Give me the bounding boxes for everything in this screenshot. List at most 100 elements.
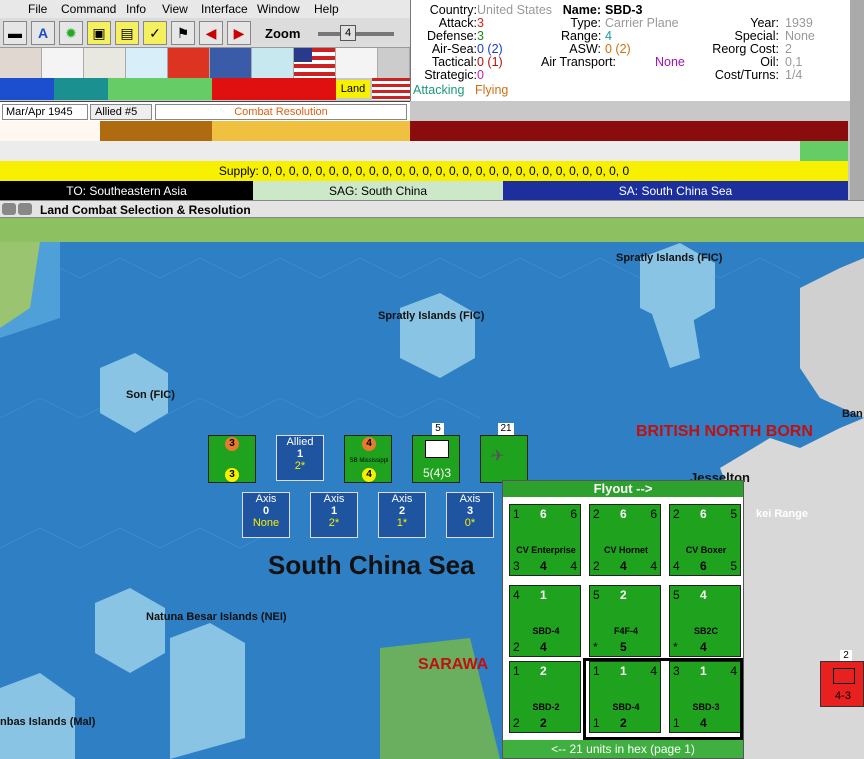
- unit-name: SB2C: [693, 626, 718, 636]
- flag-france[interactable]: [252, 48, 294, 78]
- supply-readout: Supply: 0, 0, 0, 0, 0, 0, 0, 0, 0, 0, 0,…: [0, 161, 848, 181]
- train-icon[interactable]: ▬: [3, 21, 27, 45]
- nation-flags: [0, 48, 410, 78]
- allied-summary: Allied 1 2*: [276, 435, 324, 481]
- asw-value: 0 (2): [605, 42, 631, 56]
- stack-count-2: 21: [498, 423, 514, 435]
- flyout-unit-counter[interactable]: 2 6 5 CV Boxer 4 6 5: [669, 504, 741, 576]
- top-scrollbar[interactable]: [850, 0, 864, 200]
- allied-label: Allied: [286, 436, 314, 448]
- flag-usa[interactable]: [294, 48, 336, 78]
- flyout-unit-counter[interactable]: 5 4 SB2C * 4: [669, 585, 741, 657]
- flyout-unit-counter[interactable]: 2 6 6 CV Hornet 2 4 4: [589, 504, 661, 576]
- flag-germany[interactable]: [0, 48, 42, 78]
- stack-icon[interactable]: ▣: [87, 21, 111, 45]
- flag-japan[interactable]: [84, 48, 126, 78]
- flag-neutral[interactable]: [378, 48, 410, 78]
- plane-counter[interactable]: ✈: [480, 435, 528, 483]
- unit-bottom-right: 5: [730, 559, 737, 573]
- unit-bottom-middle: 4: [540, 640, 547, 654]
- label-ban: Ban: [842, 408, 863, 420]
- unit-top-middle: 1: [540, 588, 547, 602]
- unit-bottom-left: *: [673, 640, 678, 654]
- enemy-counter[interactable]: 4-3: [820, 661, 864, 707]
- flag-uk[interactable]: [210, 48, 252, 78]
- hq-counter[interactable]: 5(4)3: [412, 435, 460, 483]
- reorg-value: 2: [785, 42, 792, 56]
- flyout-unit-counter[interactable]: 5 2 F4F-4 * 5: [589, 585, 661, 657]
- menu-view[interactable]: View: [162, 2, 188, 16]
- unit-bottom-middle: 2: [540, 716, 547, 730]
- theater-to: TO: Southeastern Asia: [0, 181, 253, 201]
- flyout-unit-counter[interactable]: 1 6 6 CV Enterprise 3 4 4: [509, 504, 581, 576]
- label-south-china-sea: South China Sea: [268, 550, 475, 580]
- toolbar: ▬ A ✹ ▣ ▤ ✓ ⚑ ◀ ▶ Zoom 4: [0, 18, 410, 48]
- menu-file[interactable]: File: [28, 2, 47, 16]
- mississippi-counter[interactable]: 4 SB Mississippi 4: [344, 435, 392, 483]
- gear-icon[interactable]: ✹: [59, 21, 83, 45]
- flyout-footer[interactable]: <-- 21 units in hex (page 1): [503, 740, 743, 758]
- special-value: None: [785, 29, 815, 43]
- hex-map[interactable]: Spratly Islands (FIC) Spratly Islands (F…: [0, 218, 864, 759]
- menu-interface[interactable]: Interface: [201, 2, 248, 16]
- flyout-header[interactable]: Flyout -->: [503, 481, 743, 497]
- flag-icon[interactable]: ⚑: [171, 21, 195, 45]
- menu-window[interactable]: Window: [257, 2, 300, 16]
- font-icon[interactable]: A: [31, 21, 55, 45]
- label-spratly-1: Spratly Islands (FIC): [616, 252, 723, 264]
- unit-bottom-left: *: [593, 640, 598, 654]
- menu-command[interactable]: Command: [61, 2, 116, 16]
- status-bars: Supply: 0, 0, 0, 0, 0, 0, 0, 0, 0, 0, 0,…: [0, 121, 848, 201]
- menu-info[interactable]: Info: [126, 2, 146, 16]
- flyout-unit-counter[interactable]: 1 2 SBD-2 2 2: [509, 661, 581, 733]
- strategic-label: Strategic:: [424, 68, 477, 82]
- airtrans-label: Air Transport:: [541, 55, 617, 69]
- window-restore-icon[interactable]: [18, 203, 32, 215]
- unit-bottom-right: 4: [570, 559, 577, 573]
- name-label: Name:: [562, 3, 601, 17]
- unit-name: CV Boxer: [685, 545, 727, 555]
- unit-bottom-middle: 5: [620, 640, 627, 654]
- axis-number: 2: [398, 505, 406, 517]
- window-titlebar: Land Combat Selection & Resolution: [0, 200, 864, 218]
- special-label: Special:: [734, 29, 779, 43]
- unit-name: CV Hornet: [603, 545, 648, 555]
- flag-nationalist-china[interactable]: [168, 48, 210, 78]
- allied-ship-counter[interactable]: 3 3: [208, 435, 256, 483]
- attack-value: 3: [477, 16, 484, 30]
- oil-label: Oil:: [760, 55, 779, 69]
- hq-value: 5(4)3: [422, 466, 451, 480]
- range-label: Range:: [561, 29, 602, 43]
- active-side: Allied #5: [90, 104, 152, 120]
- label-son: Son (FIC): [126, 389, 175, 401]
- flyout-unit-counter[interactable]: 4 1 SBD-4 2 4: [509, 585, 581, 657]
- airtrans-value: None: [655, 55, 685, 69]
- window-menu-icon[interactable]: [2, 203, 16, 215]
- axis-summary-3: Axis 3 0*: [446, 492, 494, 538]
- unit-top-right: 6: [650, 507, 657, 521]
- check-icon[interactable]: ✓: [143, 21, 167, 45]
- flying-status: Flying: [475, 83, 509, 97]
- unit-top-middle: 4: [700, 588, 707, 602]
- land-badge: Land: [336, 80, 370, 98]
- type-label: Type:: [570, 16, 601, 30]
- flag-china[interactable]: [126, 48, 168, 78]
- unit-top-left: 5: [593, 588, 600, 602]
- zoom-thumb[interactable]: 4: [340, 25, 356, 41]
- stack-count-1: 5: [432, 423, 444, 435]
- unit-top-middle: 6: [700, 507, 707, 521]
- arrow-left-icon[interactable]: ◀: [199, 21, 223, 45]
- flag-other[interactable]: [336, 48, 378, 78]
- zoom-slider[interactable]: [318, 32, 394, 36]
- page-icon[interactable]: ▤: [115, 21, 139, 45]
- label-anambas: nbas Islands (Mal): [0, 716, 96, 728]
- unit-bottom-middle: 4: [540, 559, 547, 573]
- unit-bottom-middle: 4: [700, 640, 707, 654]
- flag-italy[interactable]: [42, 48, 84, 78]
- menu-help[interactable]: Help: [314, 2, 339, 16]
- plane-icon: ✈: [491, 448, 505, 465]
- axis-label: Axis: [323, 493, 345, 505]
- arrow-right-icon[interactable]: ▶: [227, 21, 251, 45]
- axis-value: 0*: [464, 517, 476, 529]
- axis-label: Axis: [459, 493, 481, 505]
